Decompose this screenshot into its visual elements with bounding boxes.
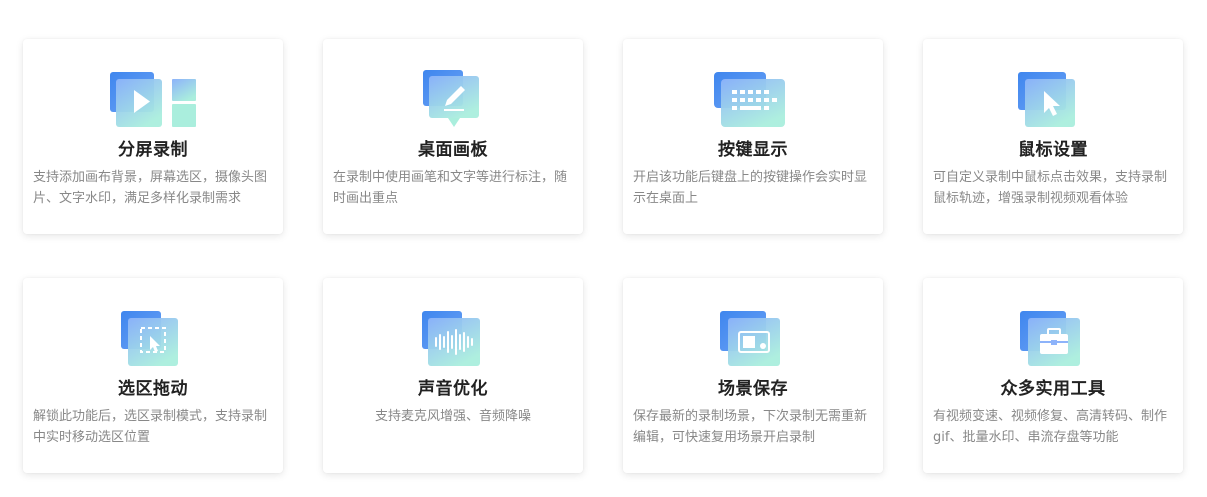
feature-description: 支持麦克风增强、音频降噪 bbox=[374, 409, 531, 424]
feature-title: 选区拖动 bbox=[118, 379, 188, 399]
feature-card-toolbox[interactable]: 众多实用工具 有视频变速、视频修复、高清转码、制作gif、批量水印、串流存盘等功… bbox=[923, 278, 1183, 473]
feature-title: 众多实用工具 bbox=[1000, 379, 1106, 399]
feature-description: 解锁此功能后，选区录制模式，支持录制中实时移动选区位置 bbox=[33, 409, 268, 445]
feature-title: 分屏录制 bbox=[118, 140, 188, 160]
toolbox-icon bbox=[1008, 308, 1098, 370]
feature-title: 鼠标设置 bbox=[1018, 140, 1088, 160]
sound-wave-icon bbox=[408, 308, 498, 370]
feature-card-selection-drag[interactable]: 选区拖动 解锁此功能后，选区录制模式，支持录制中实时移动选区位置 bbox=[23, 278, 283, 473]
feature-title: 场景保存 bbox=[718, 379, 788, 399]
feature-title: 桌面画板 bbox=[418, 140, 488, 160]
selection-drag-icon bbox=[108, 308, 198, 370]
feature-card-sound[interactable]: 声音优化 支持麦克风增强、音频降噪 bbox=[323, 278, 583, 473]
feature-card-split-screen[interactable]: 分屏录制 支持添加画布背景，屏幕选区，摄像头图片、文字水印，满足多样化录制需求 bbox=[23, 39, 283, 234]
feature-description: 支持添加画布背景，屏幕选区，摄像头图片、文字水印，满足多样化录制需求 bbox=[33, 170, 268, 206]
pen-board-icon bbox=[408, 69, 498, 131]
feature-description: 有视频变速、视频修复、高清转码、制作gif、批量水印、串流存盘等功能 bbox=[933, 409, 1168, 445]
scene-save-icon bbox=[708, 308, 798, 370]
feature-card-keyboard[interactable]: 按键显示 开启该功能后键盘上的按键操作会实时显示在桌面上 bbox=[623, 39, 883, 234]
feature-card-mouse[interactable]: 鼠标设置 可自定义录制中鼠标点击效果，支持录制鼠标轨迹，增强录制视频观看体验 bbox=[923, 39, 1183, 234]
feature-grid: 分屏录制 支持添加画布背景，屏幕选区，摄像头图片、文字水印，满足多样化录制需求 … bbox=[0, 0, 1207, 497]
mouse-cursor-icon bbox=[1008, 69, 1098, 131]
feature-description: 开启该功能后键盘上的按键操作会实时显示在桌面上 bbox=[633, 170, 868, 206]
feature-card-scene-save[interactable]: 场景保存 保存最新的录制场景，下次录制无需重新编辑，可快速复用场景开启录制 bbox=[623, 278, 883, 473]
feature-description: 在录制中使用画笔和文字等进行标注，随时画出重点 bbox=[333, 170, 568, 206]
feature-card-pen-board[interactable]: 桌面画板 在录制中使用画笔和文字等进行标注，随时画出重点 bbox=[323, 39, 583, 234]
split-screen-icon bbox=[108, 69, 198, 131]
feature-title: 声音优化 bbox=[418, 379, 488, 399]
keyboard-icon bbox=[708, 69, 798, 131]
feature-description: 保存最新的录制场景，下次录制无需重新编辑，可快速复用场景开启录制 bbox=[633, 409, 868, 445]
feature-title: 按键显示 bbox=[718, 140, 788, 160]
feature-description: 可自定义录制中鼠标点击效果，支持录制鼠标轨迹，增强录制视频观看体验 bbox=[933, 170, 1168, 206]
